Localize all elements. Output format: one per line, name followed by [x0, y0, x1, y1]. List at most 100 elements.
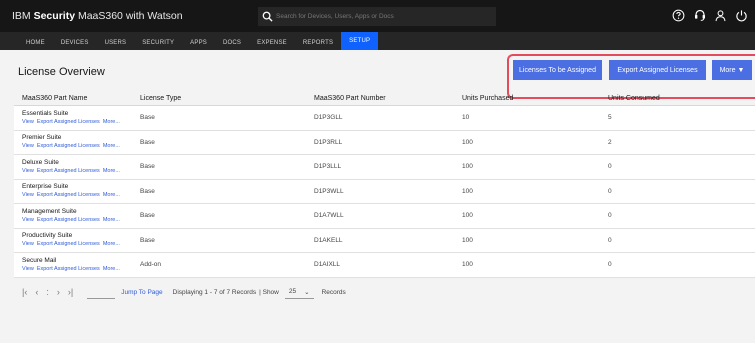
power-icon[interactable]	[734, 6, 749, 24]
view-link[interactable]: View	[22, 241, 34, 247]
nav-docs[interactable]: DOCS	[215, 35, 249, 50]
records-label: Records	[321, 288, 346, 296]
export-link[interactable]: Export Assigned Licenses	[37, 192, 100, 198]
brand-prefix: IBM	[12, 10, 31, 22]
table-header: MaaS360 Part Name License Type MaaS360 P…	[14, 91, 755, 106]
part-name: Enterprise Suite	[22, 183, 69, 191]
part-number-cell: D1P3RLL	[314, 138, 343, 146]
header-part-number[interactable]: MaaS360 Part Number	[314, 95, 462, 102]
part-name-cell: Management Suite View Export Assigned Lice…	[14, 207, 140, 225]
brand-logo[interactable]: IBM Security MaaS360 with Watson	[12, 10, 183, 22]
nav-devices[interactable]: DEVICES	[53, 35, 97, 50]
nav-setup[interactable]: SETUP	[341, 32, 379, 50]
nav-users[interactable]: USERS	[97, 35, 135, 50]
license-type-cell: Base	[140, 187, 155, 195]
nav-home[interactable]: HOME	[18, 35, 53, 50]
table-row: Essentials Suite View Export Assigned Lice…	[14, 106, 755, 131]
next-page-icon[interactable]: ›	[57, 287, 60, 297]
export-link[interactable]: Export Assigned Licenses	[37, 168, 100, 174]
help-icon[interactable]	[671, 6, 686, 24]
brand-suffix: MaaS360 with Watson	[77, 10, 183, 22]
more-link[interactable]: More...	[103, 217, 120, 223]
header-part-name[interactable]: MaaS360 Part Name	[14, 95, 140, 102]
units-consumed-cell: 2	[608, 138, 612, 146]
part-number-cell: D1AKELL	[314, 236, 343, 244]
first-page-icon[interactable]: |‹	[22, 287, 27, 297]
license-type-cell: Base	[140, 138, 155, 146]
part-number-cell: D1P3GLL	[314, 114, 343, 122]
more-link[interactable]: More...	[103, 266, 120, 272]
part-number-cell: D1P3LLL	[314, 163, 342, 171]
units-consumed-cell: 0	[608, 163, 612, 171]
view-link[interactable]: View	[22, 192, 34, 198]
part-name-cell: Enterprise Suite View Export Assigned Lice…	[14, 182, 140, 200]
prev-page-icon[interactable]: ‹	[35, 287, 38, 297]
header-units-consumed[interactable]: Units Consumed	[608, 95, 755, 102]
more-button[interactable]: More ▼	[712, 60, 752, 80]
last-page-icon[interactable]: ›|	[68, 287, 73, 297]
license-type-cell: Base	[140, 163, 155, 171]
export-link[interactable]: Export Assigned Licenses	[37, 217, 100, 223]
user-icon[interactable]	[713, 6, 728, 24]
view-link[interactable]: View	[22, 217, 34, 223]
export-link[interactable]: Export Assigned Licenses	[37, 119, 100, 125]
license-table: MaaS360 Part Name License Type MaaS360 P…	[14, 91, 755, 278]
more-link[interactable]: More...	[103, 119, 120, 125]
export-link[interactable]: Export Assigned Licenses	[37, 241, 100, 247]
more-link[interactable]: More...	[103, 168, 120, 174]
page-divider-icon: :	[46, 287, 49, 297]
search-icon[interactable]	[258, 7, 276, 26]
more-link[interactable]: More...	[103, 241, 120, 247]
part-name-cell: Secure Mail View Export Assigned Licenses M…	[14, 256, 140, 274]
row-links: View Export Assigned Licenses More...	[22, 216, 140, 225]
support-icon[interactable]	[692, 6, 707, 24]
display-count: Displaying 1 - 7 of 7 Records	[172, 288, 257, 296]
part-name-cell: Premier Suite View Export Assigned License…	[14, 133, 140, 151]
export-link[interactable]: Export Assigned Licenses	[37, 143, 100, 149]
top-icons	[671, 6, 749, 24]
part-name-cell: Productivity Suite View Export Assigned Li…	[14, 231, 140, 249]
export-assigned-licenses-button[interactable]: Export Assigned Licenses	[609, 60, 706, 80]
page-size-select[interactable]: 25 ⌄	[284, 285, 314, 299]
part-name: Productivity Suite	[22, 232, 73, 240]
part-name: Secure Mail	[22, 256, 57, 264]
units-consumed-cell: 0	[608, 212, 612, 220]
jump-to-page-link[interactable]: Jump To Page	[121, 289, 162, 296]
row-links: View Export Assigned Licenses More...	[22, 167, 140, 176]
export-link[interactable]: Export Assigned Licenses	[37, 266, 100, 272]
header-units-purchased[interactable]: Units Purchased	[462, 95, 608, 102]
row-links: View Export Assigned Licenses More...	[22, 191, 140, 200]
table-row: Productivity Suite View Export Assigned Li…	[14, 228, 755, 253]
page-title: License Overview	[18, 66, 105, 78]
units-consumed-cell: 0	[608, 261, 612, 269]
nav-security[interactable]: SECURITY	[134, 35, 182, 50]
table-row: Management Suite View Export Assigned Lice…	[14, 204, 755, 229]
part-number-cell: D1P3WLL	[314, 187, 344, 195]
part-name-cell: Essentials Suite View Export Assigned Lice…	[14, 109, 140, 127]
row-links: View Export Assigned Licenses More...	[22, 118, 140, 127]
row-links: View Export Assigned Licenses More...	[22, 240, 140, 249]
more-link[interactable]: More...	[103, 192, 120, 198]
nav-apps[interactable]: APPS	[182, 35, 215, 50]
search-input[interactable]	[276, 13, 486, 20]
more-link[interactable]: More...	[103, 143, 120, 149]
view-link[interactable]: View	[22, 119, 34, 125]
view-link[interactable]: View	[22, 266, 34, 272]
table-row: Enterprise Suite View Export Assigned Lice…	[14, 179, 755, 204]
units-purchased-cell: 100	[462, 236, 473, 244]
row-links: View Export Assigned Licenses More...	[22, 265, 140, 274]
search-bar	[258, 7, 496, 26]
part-name: Management Suite	[22, 207, 77, 215]
show-label: | Show	[259, 288, 279, 296]
chevron-down-icon: ⌄	[304, 288, 310, 296]
header-license-type[interactable]: License Type	[140, 95, 314, 102]
licenses-to-be-assigned-button[interactable]: Licenses To be Assigned	[513, 60, 602, 80]
view-link[interactable]: View	[22, 168, 34, 174]
nav-reports[interactable]: REPORTS	[295, 35, 341, 50]
pagination: |‹ ‹ : › ›| Jump To Page Displaying 1 - …	[14, 283, 755, 301]
table-row: Secure Mail View Export Assigned Licenses M…	[14, 253, 755, 278]
view-link[interactable]: View	[22, 143, 34, 149]
jump-page-input[interactable]	[87, 285, 116, 299]
page-size-value: 25	[288, 288, 297, 295]
nav-expense[interactable]: EXPENSE	[249, 35, 295, 50]
